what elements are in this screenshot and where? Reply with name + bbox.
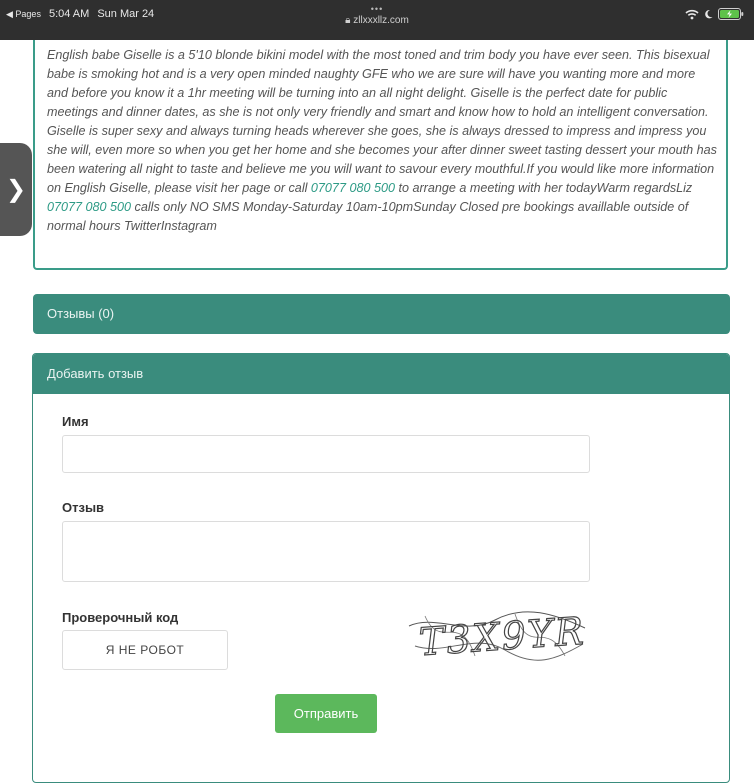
more-dots-icon[interactable]: ••• bbox=[0, 4, 754, 14]
description-part-1: English babe Giselle is a 5'10 blonde bi… bbox=[47, 48, 717, 195]
address-url[interactable]: 🔒︎ zllxxxllz.com bbox=[0, 14, 754, 28]
status-bar: ◀ Pages 5:04 AM Sun Mar 24 ••• 🔒︎ zllxxx… bbox=[0, 0, 754, 40]
add-review-title: Добавить отзыв bbox=[47, 366, 144, 381]
captcha-text: T3X9YR bbox=[418, 609, 587, 665]
add-review-header: Добавить отзыв bbox=[33, 354, 729, 394]
status-right bbox=[685, 8, 744, 20]
not-robot-label: Я НЕ РОБОТ bbox=[105, 643, 185, 657]
phone-link-1[interactable]: 07077 080 500 bbox=[311, 181, 395, 195]
captcha-image: T3X9YR bbox=[408, 608, 587, 665]
review-textarea[interactable] bbox=[62, 521, 590, 582]
moon-icon bbox=[705, 9, 713, 19]
wifi-icon bbox=[685, 9, 699, 19]
chevron-right-icon: ❯ bbox=[5, 176, 27, 203]
address-area[interactable]: ••• 🔒︎ zllxxxllz.com bbox=[0, 4, 754, 28]
reviews-label: Отзывы (0) bbox=[47, 306, 115, 321]
not-robot-button[interactable]: Я НЕ РОБОТ bbox=[62, 630, 228, 670]
add-review-panel: Добавить отзыв Имя Отзыв Проверочный код… bbox=[32, 353, 730, 783]
side-drawer-tab[interactable]: ❯ bbox=[0, 143, 32, 236]
name-label: Имя bbox=[62, 414, 89, 429]
description-text: English babe Giselle is a 5'10 blonde bi… bbox=[47, 46, 717, 236]
review-label: Отзыв bbox=[62, 500, 105, 515]
lock-icon: 🔒︎ bbox=[345, 15, 351, 26]
captcha-label: Проверочный код bbox=[62, 610, 179, 625]
battery-charging-icon bbox=[718, 8, 744, 20]
description-part-2: to arrange a meeting with her todayWarm … bbox=[394, 181, 693, 195]
reviews-bar[interactable]: Отзывы (0) bbox=[33, 294, 730, 334]
name-input[interactable] bbox=[62, 435, 590, 473]
submit-label: Отправить bbox=[293, 706, 359, 721]
description-part-3: calls only NO SMS Monday-Saturday 10am-1… bbox=[47, 200, 689, 233]
submit-button[interactable]: Отправить bbox=[275, 694, 377, 733]
description-panel: English babe Giselle is a 5'10 blonde bi… bbox=[33, 40, 728, 270]
phone-link-2[interactable]: 07077 080 500 bbox=[47, 200, 131, 214]
url-text: zllxxxllz.com bbox=[353, 15, 409, 26]
